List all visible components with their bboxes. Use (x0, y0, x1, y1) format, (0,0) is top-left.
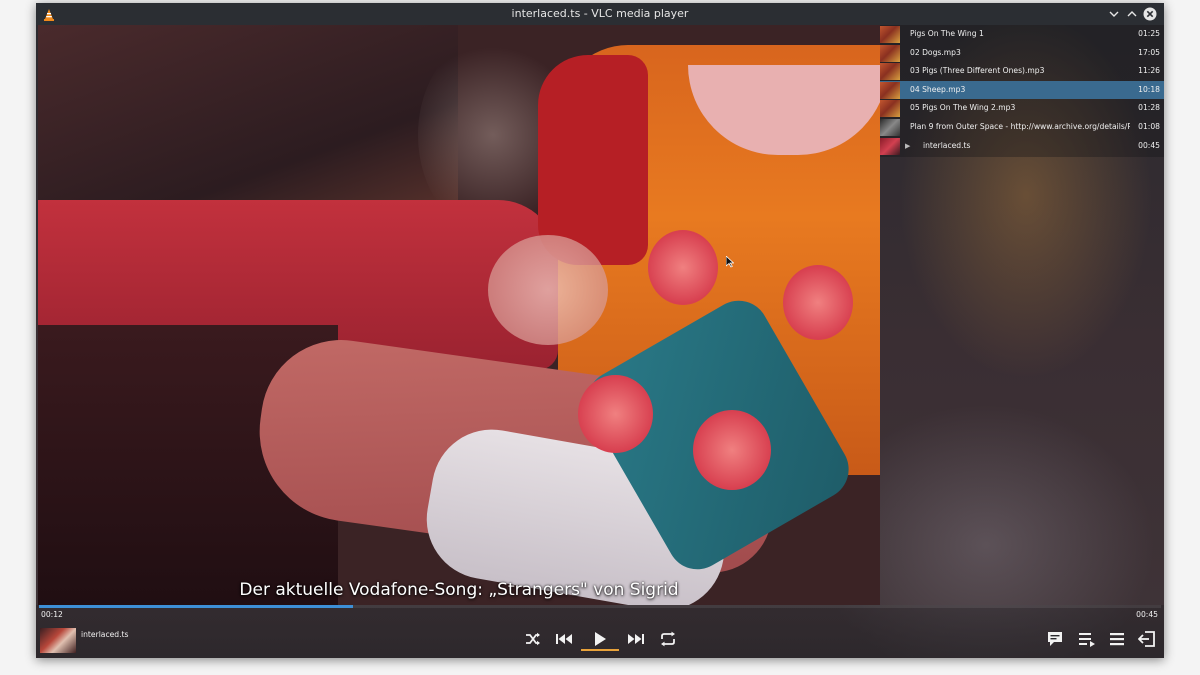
playlist-item-title: 05 Pigs On The Wing 2.mp3 (910, 103, 1016, 113)
total-time: 00:45 (1136, 610, 1158, 619)
playlist-item-duration: 01:08 (1138, 122, 1160, 131)
playlist-item[interactable]: Plan 9 from Outer Space - http://www.arc… (880, 118, 1164, 137)
video-wheel-2 (783, 265, 853, 340)
vlc-window: interlaced.ts - VLC media player Der akt… (36, 3, 1164, 658)
play-icon (595, 632, 606, 646)
chevron-up-icon (1127, 11, 1137, 17)
playlist-item-title: Plan 9 from Outer Space - http://www.arc… (910, 122, 1130, 131)
shuffle-button[interactable] (519, 626, 547, 652)
play-indicator-bar (581, 649, 619, 651)
playlist-item-active[interactable]: 04 Sheep.mp3 10:18 (880, 80, 1164, 100)
skip-previous-icon (556, 634, 572, 644)
subtitles-button[interactable] (1041, 626, 1069, 652)
playlist-item-title: interlaced.ts (923, 140, 971, 150)
repeat-icon (661, 631, 675, 647)
playlist-item-title: Pigs On The Wing 1 (910, 29, 984, 38)
playlist-icon (1079, 633, 1095, 647)
now-playing-title: interlaced.ts (81, 630, 129, 639)
player-content: Der aktuelle Vodafone-Song: „Strangers" … (36, 25, 1164, 658)
chevron-down-icon (1109, 11, 1119, 17)
video-wheel-4 (693, 410, 771, 490)
playlist-item-duration: 01:28 (1138, 103, 1160, 113)
play-indicator-icon: ▶ (905, 141, 911, 150)
next-button[interactable] (622, 626, 650, 652)
previous-button[interactable] (550, 626, 578, 652)
exit-fullscreen-icon (1138, 631, 1155, 647)
repeat-button[interactable] (654, 626, 682, 652)
playlist-item[interactable]: 02 Dogs.mp3 17:05 (880, 44, 1164, 63)
elapsed-time: 00:12 (41, 610, 63, 619)
video-wheel-3 (578, 375, 653, 453)
playlist-item-duration: 00:45 (1138, 140, 1160, 150)
album-art-thumbnail (880, 63, 900, 81)
seek-bar-progress (39, 605, 354, 608)
shuffle-icon (526, 632, 540, 646)
playlist-item-duration: 17:05 (1138, 47, 1160, 57)
playlist-item-duration: 01:25 (1138, 29, 1160, 38)
playlist-item[interactable]: Pigs On The Wing 1 01:25 (880, 25, 1164, 44)
window-title: interlaced.ts - VLC media player (511, 7, 689, 20)
minimize-button[interactable] (1106, 6, 1122, 22)
maximize-button[interactable] (1124, 6, 1140, 22)
close-button[interactable] (1142, 6, 1158, 22)
playlist-item[interactable]: ▶ interlaced.ts 00:45 (880, 137, 1164, 156)
video-thumbnail (880, 137, 900, 155)
now-playing-artwork[interactable] (40, 628, 76, 653)
playlist-item-title: 03 Pigs (Three Different Ones).mp3 (910, 66, 1045, 76)
subtitles-icon (1048, 632, 1062, 646)
playlist-item-title: 04 Sheep.mp3 (910, 84, 966, 94)
playlist-item-title: 02 Dogs.mp3 (910, 47, 961, 57)
album-art-thumbnail (880, 26, 900, 43)
menu-icon (1110, 633, 1124, 646)
skip-next-icon (628, 634, 644, 644)
close-icon (1143, 7, 1157, 21)
subtitle-text: Der aktuelle Vodafone-Song: „Strangers" … (239, 580, 679, 600)
mouse-cursor-icon (725, 253, 735, 272)
control-bar: 00:12 00:45 interlaced.ts (36, 605, 1164, 658)
video-frame[interactable]: Der aktuelle Vodafone-Song: „Strangers" … (38, 25, 880, 605)
album-art-thumbnail (880, 44, 900, 62)
exit-fullscreen-button[interactable] (1133, 626, 1161, 652)
menu-button[interactable] (1103, 626, 1131, 652)
album-art-thumbnail (880, 81, 900, 99)
video-wheel-1 (648, 230, 718, 305)
video-hand (488, 235, 608, 345)
album-art-thumbnail (880, 100, 900, 118)
video-sleeve (538, 55, 648, 265)
playlist-item[interactable]: 03 Pigs (Three Different Ones).mp3 11:26 (880, 62, 1164, 81)
playlist-panel: Pigs On The Wing 1 01:25 02 Dogs.mp3 17:… (880, 25, 1164, 157)
seek-bar[interactable] (39, 605, 1161, 608)
playlist-item-duration: 10:18 (1138, 84, 1160, 94)
video-thumbnail (880, 119, 900, 136)
title-bar[interactable]: interlaced.ts - VLC media player (36, 3, 1164, 25)
playlist-item[interactable]: 05 Pigs On The Wing 2.mp3 01:28 (880, 99, 1164, 118)
playlist-item-duration: 11:26 (1138, 66, 1160, 76)
playlist-button[interactable] (1073, 626, 1101, 652)
